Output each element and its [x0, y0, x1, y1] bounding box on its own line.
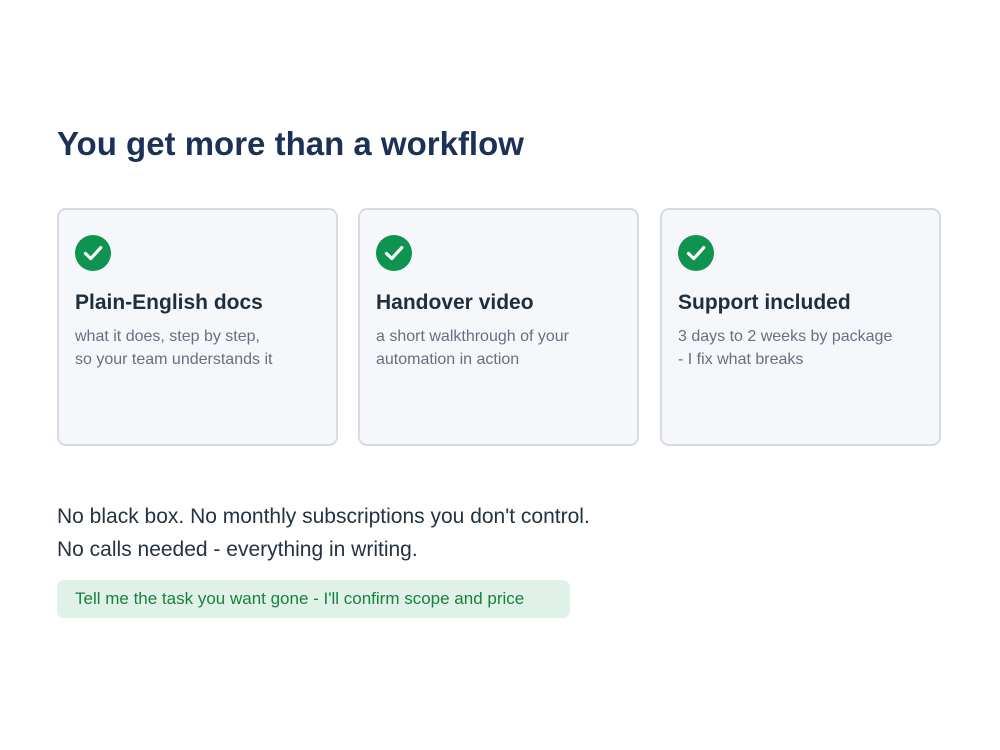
card-description: what it does, step by step, so your team… [75, 325, 315, 371]
cta-button[interactable]: Tell me the task you want gone - I'll co… [57, 580, 570, 618]
card-title: Support included [678, 291, 851, 314]
check-circle-icon [376, 235, 412, 271]
card-description: 3 days to 2 weeks by package - I fix wha… [678, 325, 918, 371]
card-description-line: - I fix what breaks [678, 351, 804, 368]
card-description: a short walkthrough of your automation i… [376, 325, 616, 371]
feature-card-support: Support included 3 days to 2 weeks by pa… [660, 208, 941, 446]
card-title: Plain-English docs [75, 291, 263, 314]
card-description-line: automation in action [376, 351, 520, 368]
feature-card-docs: Plain-English docs what it does, step by… [57, 208, 338, 446]
body-line-no-black-box: No black box. No monthly subscriptions y… [57, 505, 590, 528]
page-title: You get more than a workflow [57, 125, 524, 162]
page: You get more than a workflow Plain-Engli… [0, 0, 1000, 750]
card-title: Handover video [376, 291, 534, 314]
card-description-line: a short walkthrough of your [376, 328, 569, 345]
check-circle-icon [678, 235, 714, 271]
feature-card-video: Handover video a short walkthrough of yo… [358, 208, 639, 446]
card-description-line: so your team understands it [75, 351, 273, 368]
body-copy: No black box. No monthly subscriptions y… [57, 500, 590, 566]
check-circle-icon [75, 235, 111, 271]
card-description-line: what it does, step by step, [75, 328, 260, 345]
body-line-no-calls: No calls needed - everything in writing. [57, 538, 418, 561]
card-description-line: 3 days to 2 weeks by package [678, 328, 893, 345]
